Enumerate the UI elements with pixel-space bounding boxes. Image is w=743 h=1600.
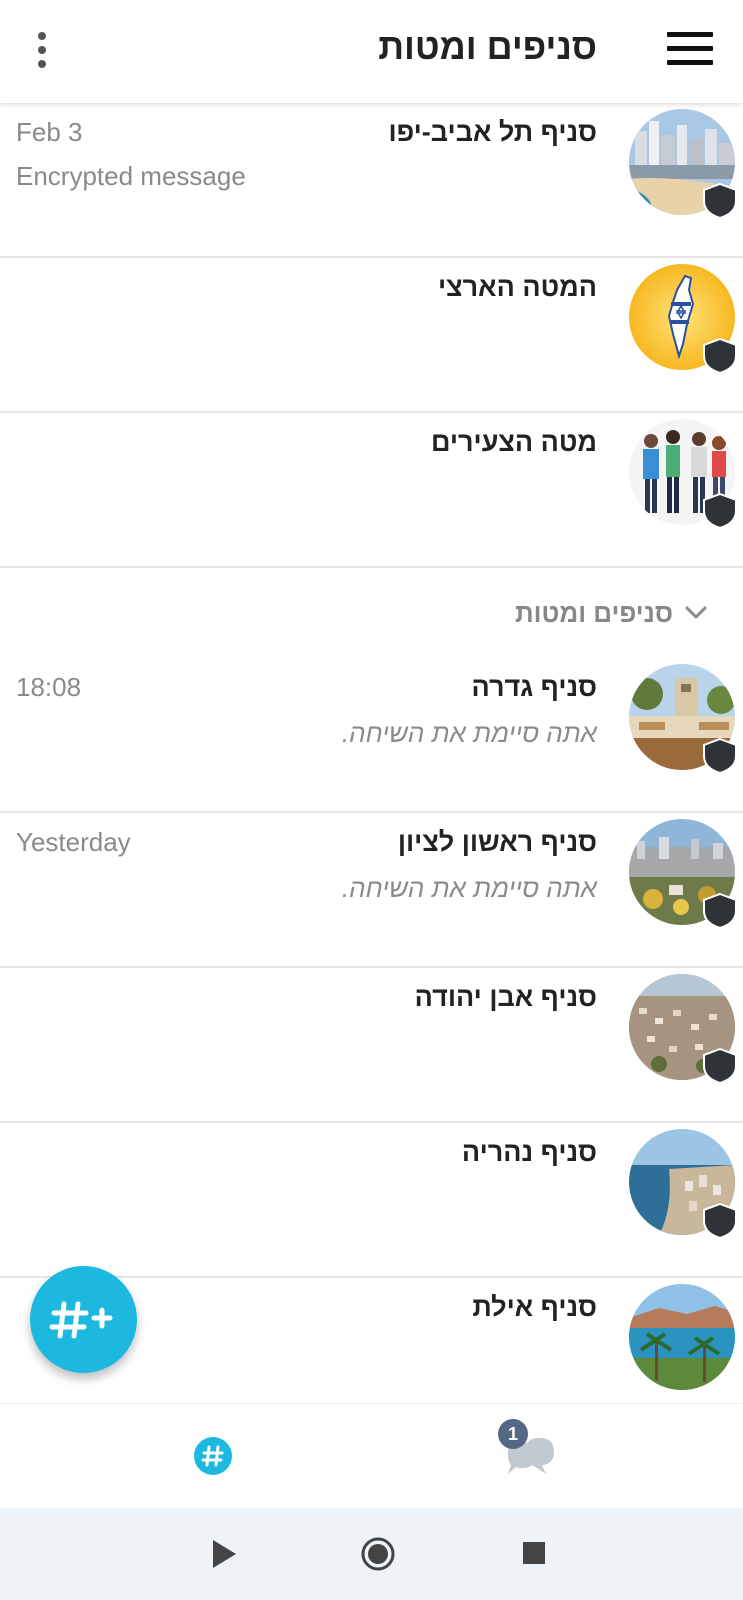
system-navigation-bar xyxy=(0,1508,743,1600)
last-message-preview: אתה סיימת את השיחה. xyxy=(341,873,597,903)
recents-icon[interactable] xyxy=(522,1541,546,1565)
encrypted-shield-icon xyxy=(703,738,737,774)
bottom-tab-bar: 1 xyxy=(0,1403,743,1508)
encrypted-shield-icon xyxy=(703,183,737,219)
last-message-preview: אתה סיימת את השיחה. xyxy=(341,718,597,748)
list-item-nahariya[interactable]: סניף נהריה xyxy=(0,1123,743,1278)
home-icon[interactable] xyxy=(360,1536,396,1572)
tab-chats[interactable]: 1 xyxy=(430,1404,630,1509)
section-title: סניפים ומטות xyxy=(514,598,673,628)
more-options-icon[interactable] xyxy=(30,30,54,70)
list-item-even-yehuda[interactable]: סניף אבן יהודה xyxy=(0,968,743,1123)
back-play-icon[interactable] xyxy=(210,1538,238,1570)
encrypted-shield-icon xyxy=(703,1203,737,1239)
list-item-national-hq[interactable]: המטה הארצי xyxy=(0,258,743,413)
encrypted-shield-icon xyxy=(703,493,737,529)
encrypted-shield-icon xyxy=(703,1048,737,1084)
add-channel-button[interactable] xyxy=(30,1266,137,1373)
channel-name: סניף גדרה xyxy=(471,672,597,702)
list-item-tel-aviv[interactable]: סניף תל אביב-יפו Feb 3 Encrypted message xyxy=(0,103,743,258)
tab-channels[interactable] xyxy=(115,1404,315,1509)
add-channel-icon xyxy=(49,1301,113,1339)
encrypted-shield-icon xyxy=(703,338,737,374)
list-item-gedera[interactable]: סניף גדרה אתה סיימת את השיחה. 18:08 xyxy=(0,658,743,813)
channel-name: המטה הארצי xyxy=(438,272,597,302)
avatar xyxy=(629,1284,735,1390)
hashtag-icon xyxy=(194,1437,232,1475)
channel-name: סניף ראשון לציון xyxy=(397,827,597,857)
channel-name: סניף אבן יהודה xyxy=(414,982,597,1012)
channel-name: סניף אילת xyxy=(472,1292,597,1322)
timestamp: 18:08 xyxy=(16,672,82,702)
encrypted-shield-icon xyxy=(703,893,737,929)
list-item-rishon-lezion[interactable]: סניף ראשון לציון אתה סיימת את השיחה. Yes… xyxy=(0,813,743,968)
page-title: סניפים ומטות xyxy=(378,26,597,67)
channel-name: סניף נהריה xyxy=(461,1137,597,1167)
channel-name: סניף תל אביב-יפו xyxy=(388,117,597,147)
chevron-down-icon[interactable] xyxy=(683,602,709,624)
timestamp: Feb 3 xyxy=(16,117,83,147)
channel-name: מטה הצעירים xyxy=(430,427,597,457)
section-header[interactable]: סניפים ומטות xyxy=(0,568,743,658)
timestamp: Yesterday xyxy=(16,827,131,857)
app-header: סניפים ומטות xyxy=(0,0,743,103)
last-message-preview: Encrypted message xyxy=(16,161,246,191)
list-item-youth-hq[interactable]: מטה הצעירים xyxy=(0,413,743,568)
menu-icon[interactable] xyxy=(667,32,713,66)
unread-badge: 1 xyxy=(498,1419,528,1449)
